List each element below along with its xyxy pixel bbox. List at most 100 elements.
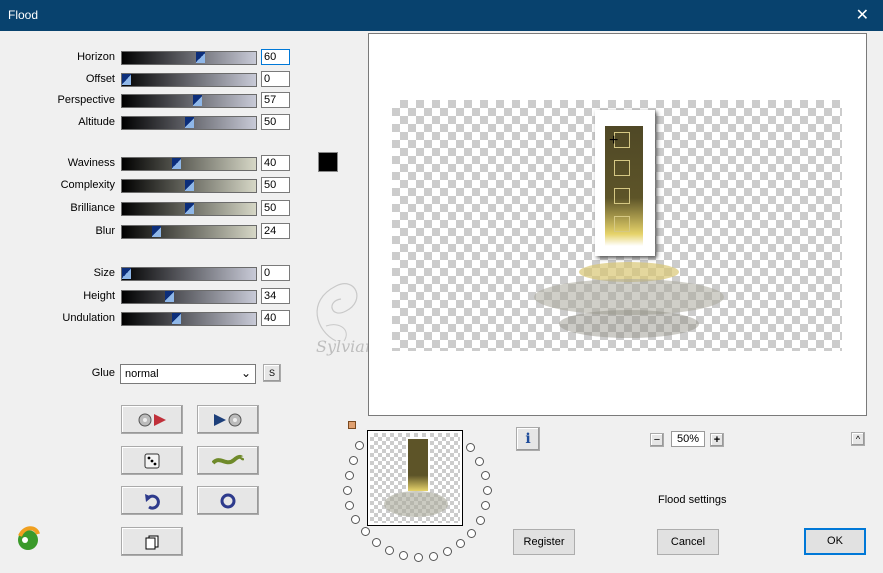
copy-button[interactable]	[121, 527, 183, 556]
slider-track[interactable]	[121, 116, 257, 130]
slider-thumb[interactable]	[172, 313, 181, 324]
slider-label: Perspective	[57, 94, 115, 106]
s-button-label: S	[268, 368, 275, 378]
glue-value: normal	[125, 368, 159, 380]
thumbnail-navigator[interactable]	[367, 430, 463, 526]
slider-label: Horizon	[77, 51, 115, 63]
slider-track[interactable]	[121, 94, 257, 108]
register-button[interactable]: Register	[513, 529, 575, 555]
color-swatch[interactable]	[318, 152, 338, 172]
value-field[interactable]: 60	[261, 49, 290, 65]
status-text: Flood settings	[658, 494, 727, 506]
value-field[interactable]: 50	[261, 114, 290, 130]
preview-panel[interactable]: +	[368, 33, 867, 416]
undo-button[interactable]	[121, 486, 183, 515]
slider-offset: Offset 0	[0, 71, 300, 89]
slider-thumb[interactable]	[172, 158, 181, 169]
dialog-body: Horizon 60 Offset 0 Perspective 57 Altit…	[0, 31, 883, 573]
dial-dot	[372, 538, 381, 547]
zoom-in-button[interactable]: +	[710, 433, 724, 447]
resize-handle[interactable]	[348, 421, 356, 429]
caret-up-icon: ^	[855, 434, 861, 444]
value-field[interactable]: 0	[261, 265, 290, 281]
slider-label: Altitude	[78, 116, 115, 128]
wave-button[interactable]	[197, 446, 259, 475]
minus-icon: −	[653, 434, 661, 446]
glue-select[interactable]: normal ⌄	[120, 364, 256, 384]
dial-dot	[345, 471, 354, 480]
save-preset-button[interactable]	[197, 405, 259, 434]
thumbnail-reflection	[384, 491, 448, 517]
slider-thumb[interactable]	[196, 52, 205, 63]
slider-track[interactable]	[121, 51, 257, 65]
slider-label: Undulation	[62, 312, 115, 324]
ok-button[interactable]: OK	[804, 528, 866, 555]
copy-icon	[122, 528, 182, 555]
disc-save-icon	[198, 406, 258, 433]
slider-thumb[interactable]	[185, 180, 194, 191]
slider-track[interactable]	[121, 225, 257, 239]
slider-track[interactable]	[121, 312, 257, 326]
zoom-level: 50%	[671, 431, 705, 447]
reset-button[interactable]	[197, 486, 259, 515]
value-field[interactable]: 50	[261, 200, 290, 216]
value-field[interactable]: 50	[261, 177, 290, 193]
dial-dot	[351, 515, 360, 524]
cancel-label: Cancel	[670, 536, 706, 548]
slider-track[interactable]	[121, 290, 257, 304]
preview-frame: +	[595, 110, 655, 256]
slider-track[interactable]	[121, 179, 257, 193]
slider-altitude: Altitude 50	[0, 114, 300, 132]
info-button[interactable]: i	[516, 427, 540, 451]
dial-dot	[481, 501, 490, 510]
value-field[interactable]: 57	[261, 92, 290, 108]
undo-icon	[122, 487, 182, 514]
slider-track[interactable]	[121, 73, 257, 87]
slider-thumb[interactable]	[185, 117, 194, 128]
value-field[interactable]: 40	[261, 310, 290, 326]
value-field[interactable]: 34	[261, 288, 290, 304]
zoom-out-button[interactable]: −	[650, 433, 664, 447]
dial-dot	[456, 539, 465, 548]
dial-dot	[349, 456, 358, 465]
app-logo-icon	[14, 524, 42, 552]
dial-dot	[481, 471, 490, 480]
slider-thumb[interactable]	[185, 203, 194, 214]
load-preset-button[interactable]	[121, 405, 183, 434]
value-field[interactable]: 40	[261, 155, 290, 171]
dial-dot	[399, 551, 408, 560]
dial-dot	[483, 486, 492, 495]
dice-icon	[122, 447, 182, 474]
slider-track[interactable]	[121, 202, 257, 216]
slider-label: Brilliance	[70, 202, 115, 214]
cancel-button[interactable]: Cancel	[657, 529, 719, 555]
slider-thumb[interactable]	[122, 268, 131, 279]
dial-dot	[475, 457, 484, 466]
wave-icon	[198, 447, 258, 474]
thumbnail-frame	[406, 437, 430, 493]
dial-dot	[414, 553, 423, 562]
random-button[interactable]	[121, 446, 183, 475]
close-icon[interactable]: ✕	[856, 5, 869, 25]
chevron-down-icon: ⌄	[240, 366, 251, 380]
register-label: Register	[523, 536, 565, 548]
slider-track[interactable]	[121, 157, 257, 171]
dial-dot	[361, 527, 370, 536]
slider-thumb[interactable]	[165, 291, 174, 302]
square-icon	[614, 188, 630, 204]
s-button[interactable]: S	[263, 364, 281, 382]
value-field[interactable]: 24	[261, 223, 290, 239]
slider-label: Size	[93, 267, 115, 279]
slider-thumb[interactable]	[193, 95, 202, 106]
slider-height: Height 34	[0, 288, 300, 306]
slider-thumb[interactable]	[152, 226, 161, 237]
plus-icon: +	[713, 434, 721, 446]
ring-icon	[198, 487, 258, 514]
slider-thumb[interactable]	[122, 74, 131, 85]
dial-dot	[476, 516, 485, 525]
collapse-button[interactable]: ^	[851, 432, 865, 446]
value-field[interactable]: 0	[261, 71, 290, 87]
ok-label: OK	[827, 535, 843, 547]
window-title: Flood	[8, 8, 39, 22]
slider-track[interactable]	[121, 267, 257, 281]
